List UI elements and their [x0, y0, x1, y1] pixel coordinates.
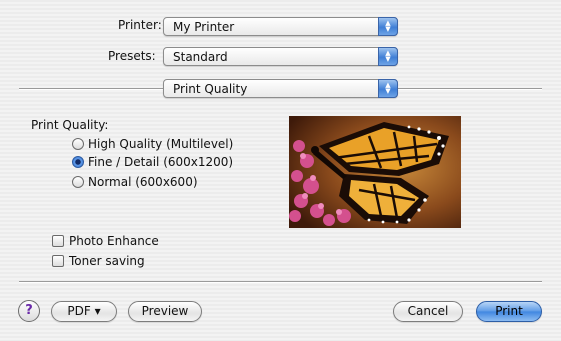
radio-normal-label: Normal (600x600) — [88, 175, 198, 189]
print-quality-heading: Print Quality: — [31, 118, 109, 132]
radio-fine-detail-label: Fine / Detail (600x1200) — [88, 155, 234, 169]
printer-label: Printer: — [118, 18, 162, 32]
photo-enhance-label: Photo Enhance — [69, 234, 159, 248]
presets-value: Standard — [173, 50, 228, 64]
preview-button[interactable]: Preview — [128, 301, 202, 322]
panel-value: Print Quality — [173, 82, 248, 96]
help-button[interactable]: ? — [18, 300, 40, 322]
butterfly-preview-image — [289, 116, 461, 228]
printer-popup[interactable]: My Printer ▲ ▼ — [163, 17, 398, 36]
panel-popup[interactable]: Print Quality ▲ ▼ — [163, 79, 398, 98]
separator-bottom — [19, 281, 542, 283]
radio-fine-detail[interactable] — [72, 156, 84, 168]
presets-label: Presets: — [108, 49, 156, 63]
up-down-arrows-icon: ▲ ▼ — [378, 17, 398, 36]
up-down-arrows-icon: ▲ ▼ — [378, 47, 398, 66]
toner-saving-checkbox[interactable] — [52, 255, 64, 267]
photo-enhance-checkbox[interactable] — [52, 235, 64, 247]
radio-normal[interactable] — [72, 176, 84, 188]
pdf-button[interactable]: PDF ▾ — [51, 301, 117, 322]
up-down-arrows-icon: ▲ ▼ — [378, 79, 398, 98]
radio-high-quality[interactable] — [72, 138, 84, 150]
printer-value: My Printer — [173, 20, 235, 34]
print-button[interactable]: Print — [476, 301, 542, 322]
presets-popup[interactable]: Standard ▲ ▼ — [163, 47, 398, 66]
cancel-button[interactable]: Cancel — [393, 301, 463, 322]
toner-saving-label: Toner saving — [69, 254, 145, 268]
radio-high-quality-label: High Quality (Multilevel) — [88, 137, 234, 151]
question-mark-icon: ? — [25, 303, 33, 318]
